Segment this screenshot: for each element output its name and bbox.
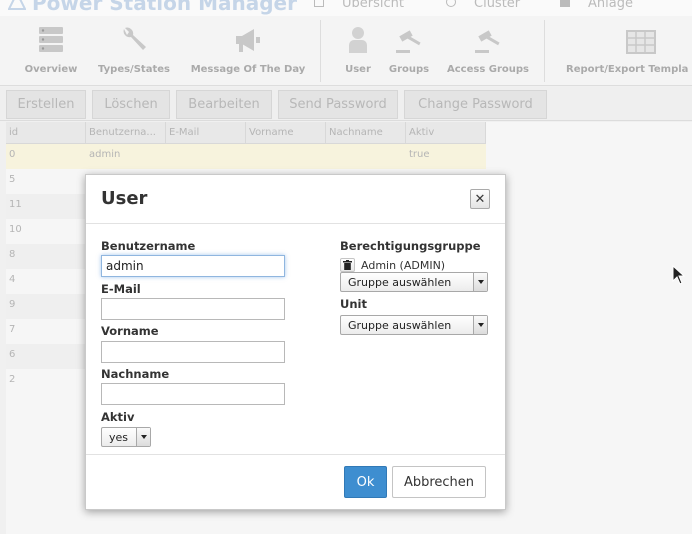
chevron-down-icon [473, 316, 487, 334]
dialog-title: User [101, 188, 148, 209]
lastname-field[interactable] [101, 383, 285, 405]
chevron-down-icon [136, 428, 150, 446]
close-button[interactable]: ✕ [470, 189, 490, 209]
permission-group-label: Berechtigungsgruppe [340, 239, 481, 253]
ok-button[interactable]: Ok [344, 466, 387, 498]
trash-icon[interactable] [340, 258, 355, 272]
permission-group-select[interactable]: Gruppe auswählen [340, 272, 488, 292]
user-dialog: User ✕ Benutzername E-Mail Vorname Nachn… [85, 174, 506, 510]
app-window: Power Station Manager Übersicht Cluster … [0, 0, 692, 534]
active-label: Aktiv [101, 410, 135, 424]
permission-group-select-value: Gruppe auswählen [348, 275, 452, 289]
lastname-label: Nachname [101, 367, 170, 381]
unit-select[interactable]: Gruppe auswählen [340, 315, 488, 335]
active-select[interactable]: yes [101, 427, 151, 447]
email-field[interactable] [101, 298, 285, 320]
username-field[interactable] [101, 255, 285, 277]
unit-select-value: Gruppe auswählen [348, 318, 452, 332]
username-label: Benutzername [101, 239, 196, 253]
chevron-down-icon [473, 273, 487, 291]
dialog-header: User ✕ [86, 175, 505, 224]
close-icon: ✕ [474, 191, 486, 207]
cancel-button[interactable]: Abbrechen [392, 466, 486, 498]
active-select-value: yes [109, 430, 129, 444]
permission-group-name: Admin (ADMIN) [361, 258, 446, 272]
permission-group-item: Admin (ADMIN) [340, 258, 445, 272]
email-label: E-Mail [101, 282, 141, 296]
unit-label: Unit [340, 297, 367, 311]
firstname-field[interactable] [101, 341, 285, 363]
firstname-label: Vorname [101, 324, 159, 338]
